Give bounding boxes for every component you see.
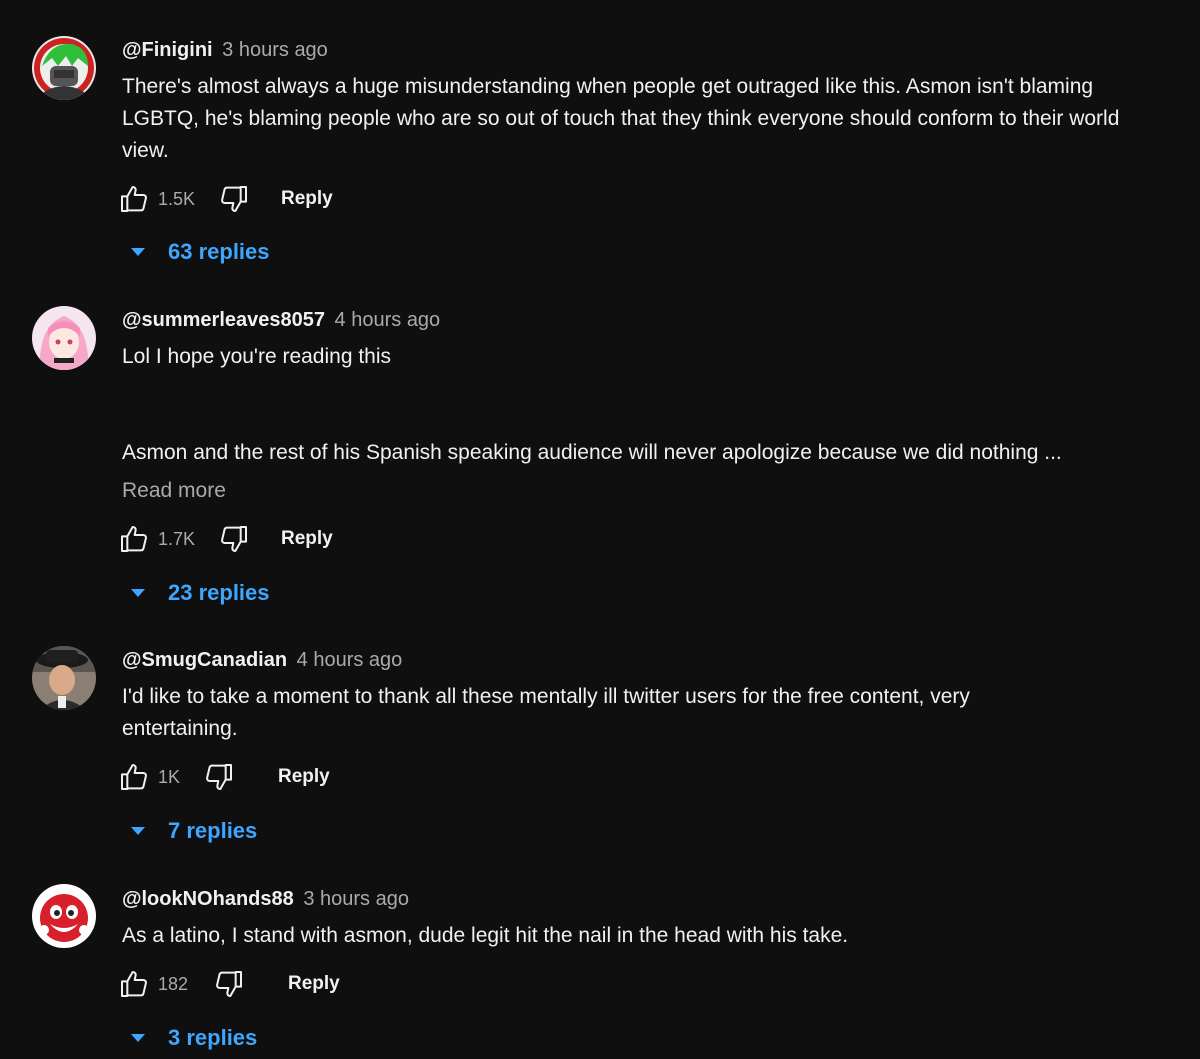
avatar[interactable] <box>32 646 96 710</box>
comment-text: There's almost always a huge misundersta… <box>122 75 1120 162</box>
replies-count-label: 23 replies <box>168 580 270 605</box>
replies-count-label: 3 replies <box>168 1025 258 1050</box>
avatar[interactable] <box>32 36 96 100</box>
pink-hair-avatar-icon <box>32 306 96 370</box>
author-name[interactable]: @Finigini <box>122 39 213 61</box>
like-count: 1.5K <box>158 188 196 209</box>
author-name[interactable]: @SmugCanadian <box>122 649 287 671</box>
thumbs-down-icon <box>221 186 247 212</box>
thumbs-down-icon <box>206 764 232 790</box>
avatar[interactable] <box>32 884 96 948</box>
man-with-hat-avatar-icon <box>32 646 96 710</box>
thumbs-down-icon <box>216 971 242 997</box>
comment-header: @summerleaves8057 4 hours ago <box>122 307 440 333</box>
author-name[interactable]: @summerleaves8057 <box>122 309 325 331</box>
avatar[interactable] <box>32 306 96 370</box>
view-replies-button[interactable]: 63 replies <box>130 234 270 270</box>
comment-text: As a latino, I stand with asmon, dude le… <box>122 924 849 947</box>
reply-button[interactable]: Reply <box>281 521 333 557</box>
red-mascot-avatar-icon <box>32 884 96 948</box>
caret-down-icon <box>131 248 145 256</box>
dislike-button[interactable] <box>218 181 250 217</box>
thumbs-up-icon <box>121 971 147 997</box>
thumbs-up-icon <box>121 526 147 552</box>
like-count: 1.7K <box>158 528 196 549</box>
like-count: 182 <box>158 973 189 994</box>
comment-text: Lol I hope you're reading this <box>122 345 392 368</box>
like-button[interactable]: 1K <box>118 759 180 795</box>
view-replies-button[interactable]: 7 replies <box>130 813 257 849</box>
comment-timestamp[interactable]: 3 hours ago <box>303 888 409 910</box>
read-more-link[interactable]: Read more <box>122 476 226 506</box>
like-button[interactable]: 1.7K <box>118 521 195 557</box>
view-replies-button[interactable]: 23 replies <box>130 575 270 611</box>
comment-header: @Finigini 3 hours ago <box>122 37 328 63</box>
reply-button[interactable]: Reply <box>281 181 333 217</box>
caret-down-icon <box>131 589 145 597</box>
comment-timestamp[interactable]: 3 hours ago <box>222 39 328 61</box>
comment-timestamp[interactable]: 4 hours ago <box>297 649 403 671</box>
caret-down-icon <box>131 1034 145 1042</box>
caret-down-icon <box>131 827 145 835</box>
comment-header: @SmugCanadian 4 hours ago <box>122 647 402 673</box>
thumbs-up-icon <box>121 764 147 790</box>
dislike-button[interactable] <box>213 966 245 1002</box>
dislike-button[interactable] <box>203 759 235 795</box>
green-hair-avatar-icon <box>32 36 96 100</box>
like-button[interactable]: 1.5K <box>118 181 195 217</box>
reply-button[interactable]: Reply <box>288 966 340 1002</box>
view-replies-button[interactable]: 3 replies <box>130 1020 257 1056</box>
comment-text: I'd like to take a moment to thank all t… <box>122 685 970 740</box>
thumbs-down-icon <box>221 526 247 552</box>
like-button[interactable]: 182 <box>118 966 188 1002</box>
reply-button[interactable]: Reply <box>278 759 330 795</box>
thumbs-up-icon <box>121 186 147 212</box>
comment-text: Asmon and the rest of his Spanish speaki… <box>122 441 1062 464</box>
author-name[interactable]: @lookNOhands88 <box>122 888 294 910</box>
dislike-button[interactable] <box>218 521 250 557</box>
like-count: 1K <box>158 766 181 787</box>
comment-timestamp[interactable]: 4 hours ago <box>335 309 441 331</box>
comment-header: @lookNOhands88 3 hours ago <box>122 886 409 912</box>
replies-count-label: 7 replies <box>168 818 258 843</box>
replies-count-label: 63 replies <box>168 239 270 264</box>
